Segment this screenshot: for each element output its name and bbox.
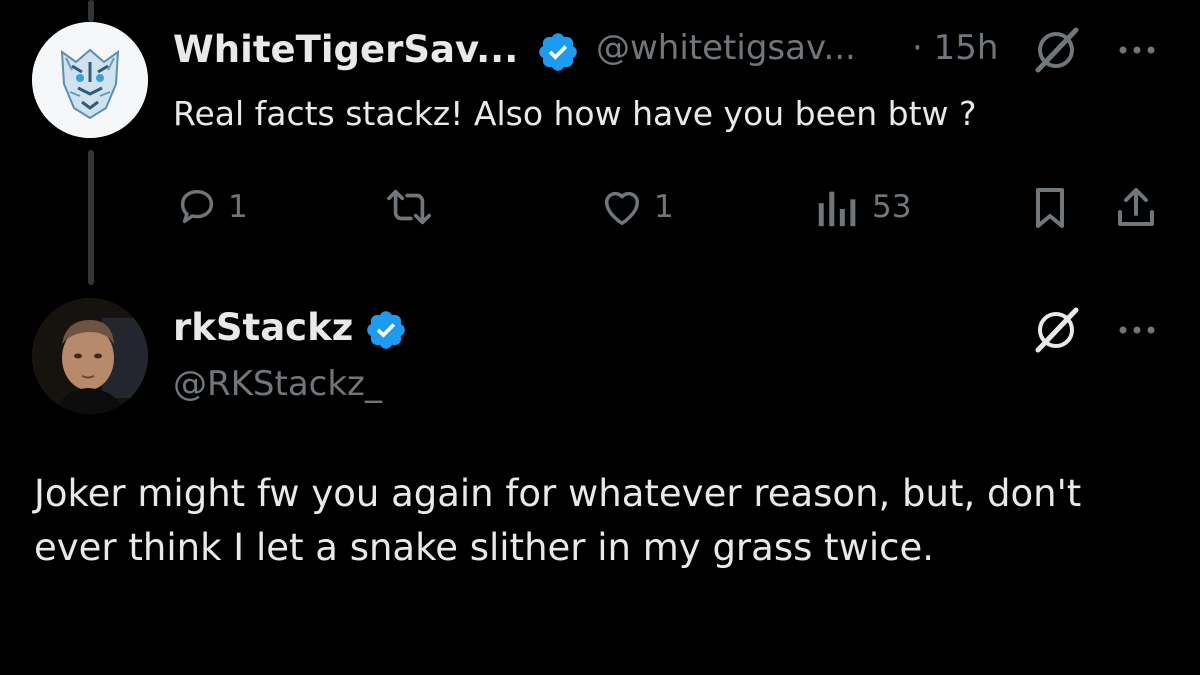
grok-icon[interactable] bbox=[1030, 24, 1082, 76]
repost-icon bbox=[387, 189, 431, 225]
like-count: 1 bbox=[654, 189, 674, 225]
grok-icon[interactable] bbox=[1030, 304, 1082, 356]
views-icon bbox=[818, 191, 856, 227]
views-button[interactable]: 53 bbox=[814, 184, 911, 230]
user-photo-icon bbox=[32, 298, 148, 414]
view-count: 53 bbox=[872, 189, 912, 225]
comment-icon bbox=[180, 189, 214, 224]
thread-line-top bbox=[88, 0, 94, 22]
reply-handle[interactable]: @whitetigsav... bbox=[596, 28, 856, 68]
tiger-avatar-icon bbox=[32, 22, 148, 138]
more-options-icon[interactable] bbox=[1115, 320, 1159, 340]
heart-icon bbox=[604, 191, 640, 226]
reply-button[interactable]: 1 bbox=[174, 184, 248, 230]
share-icon[interactable] bbox=[1114, 184, 1158, 232]
avatar-whitetigersav[interactable] bbox=[32, 22, 148, 138]
like-button[interactable]: 1 bbox=[598, 184, 674, 230]
reply-timestamp[interactable]: · 15h bbox=[912, 28, 998, 68]
verified-badge-icon bbox=[539, 33, 577, 71]
bookmark-icon[interactable] bbox=[1030, 184, 1070, 232]
main-display-name[interactable]: rkStackz bbox=[173, 306, 353, 349]
main-tweet-text: Joker might fw you again for whatever re… bbox=[34, 472, 1082, 569]
more-options-icon[interactable] bbox=[1115, 40, 1159, 60]
reply-display-name[interactable]: WhiteTigerSav... bbox=[173, 28, 518, 71]
repost-button[interactable] bbox=[384, 184, 434, 230]
main-handle[interactable]: @RKStackz_ bbox=[173, 364, 382, 404]
avatar-rkstackz[interactable] bbox=[32, 298, 148, 414]
reply-text: Real facts stackz! Also how have you bee… bbox=[173, 94, 977, 133]
verified-badge-icon bbox=[367, 311, 405, 349]
reply-count: 1 bbox=[228, 189, 248, 225]
thread-line-connector bbox=[88, 150, 94, 285]
